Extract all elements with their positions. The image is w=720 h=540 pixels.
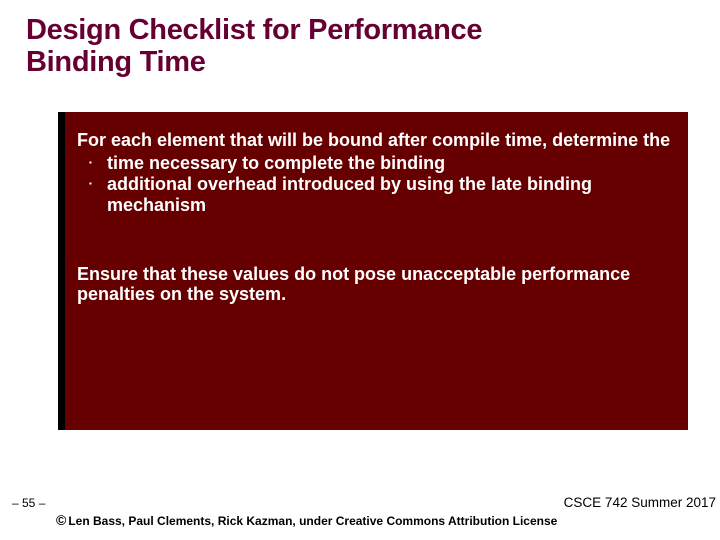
bullet-list: time necessary to complete the binding a…: [77, 153, 672, 216]
title-line-2: Binding Time: [26, 46, 206, 78]
copyright-icon: ©: [56, 512, 66, 528]
attribution-text: Len Bass, Paul Clements, Rick Kazman, un…: [68, 514, 557, 528]
attribution: ©Len Bass, Paul Clements, Rick Kazman, u…: [56, 512, 557, 528]
closing-paragraph: Ensure that these values do not pose una…: [77, 264, 672, 306]
list-item: time necessary to complete the binding: [77, 153, 672, 174]
content-block: For each element that will be bound afte…: [58, 112, 688, 430]
slide: Design Checklist for Performance Binding…: [0, 0, 720, 540]
intro-paragraph: For each element that will be bound afte…: [77, 130, 672, 151]
course-label: CSCE 742 Summer 2017: [564, 495, 716, 510]
slide-title: Design Checklist for Performance Binding…: [0, 0, 720, 79]
list-item: additional overhead introduced by using …: [77, 174, 672, 216]
title-line-1: Design Checklist for Performance: [26, 14, 482, 46]
page-number: – 55 –: [12, 496, 45, 510]
